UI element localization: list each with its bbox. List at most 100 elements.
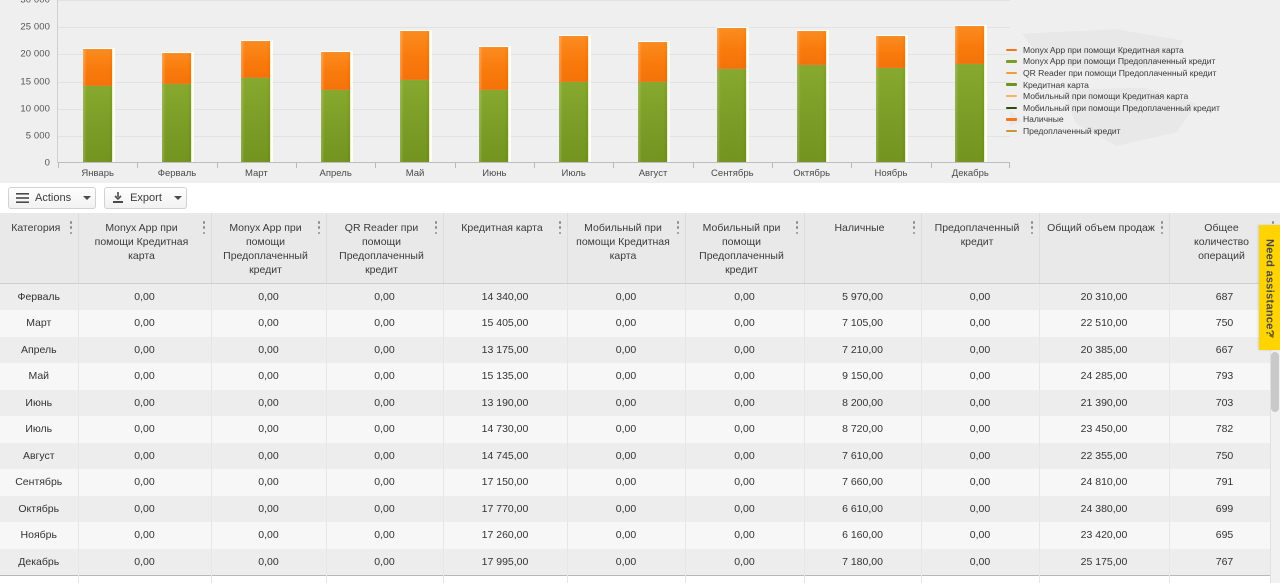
chart-bar[interactable]	[796, 29, 829, 162]
table-column-header[interactable]: Мобильный при помощи Предоплаченный кред…	[685, 213, 805, 284]
table-row[interactable]: Август 0,00 0,00 0,00 14 745,00 0,00 0,00 7 610…	[0, 442, 1280, 469]
vertical-scrollbar[interactable]	[1270, 350, 1280, 583]
table-row[interactable]: Ноябрь 0,00 0,00 0,00 17 260,00 0,00 0,00 6 160…	[0, 522, 1280, 549]
x-axis-tick-label: Январь	[81, 168, 114, 179]
chart-bar-segment-cash[interactable]	[479, 45, 510, 91]
column-menu-icon[interactable]	[558, 221, 562, 234]
table-column-header[interactable]: Предоплаченный кредит	[921, 213, 1040, 284]
legend-item[interactable]: QR Reader при помощи Предоплаченный кред…	[1006, 67, 1274, 79]
table-cell: 7 660,00	[804, 469, 922, 496]
table-row[interactable]: Июнь 0,00 0,00 0,00 13 190,00 0,00 0,00 8 200,0…	[0, 389, 1280, 416]
need-assistance-tab[interactable]: Need assistance? ◄	[1259, 225, 1280, 350]
table-cell: 0,00	[921, 442, 1040, 469]
scrollbar-thumb[interactable]	[1271, 352, 1279, 412]
column-menu-icon[interactable]	[202, 221, 206, 234]
table-row[interactable]: Май 0,00 0,00 0,00 15 135,00 0,00 0,00 9 150,00…	[0, 363, 1280, 390]
chart-bar[interactable]	[400, 30, 432, 163]
table-row[interactable]: Июль 0,00 0,00 0,00 14 730,00 0,00 0,00 8 720,0…	[0, 416, 1280, 443]
column-menu-icon[interactable]	[912, 221, 916, 234]
table-column-header[interactable]: QR Reader при помощи Предоплаченный кред…	[326, 213, 444, 284]
table-column-header[interactable]: Monyx App при помощи Предоплаченный кред…	[211, 213, 327, 284]
legend-item[interactable]: Кредитная карта	[1006, 79, 1274, 91]
chart-bar-segment-cash[interactable]	[162, 51, 192, 85]
chart-bar[interactable]	[638, 40, 670, 162]
chevron-down-icon[interactable]	[83, 196, 92, 200]
chart-bar-segment-cash[interactable]	[558, 34, 589, 82]
column-menu-icon[interactable]	[1160, 221, 1164, 234]
total-cell: 0,00	[326, 574, 444, 583]
legend-item[interactable]: Мобильный при помощи Кредитная карта	[1006, 90, 1274, 102]
table-row[interactable]: Апрель 0,00 0,00 0,00 13 175,00 0,00 0,00 7 210…	[0, 336, 1280, 363]
chart-bar-segment-cash[interactable]	[876, 34, 906, 69]
legend-item[interactable]: Наличные	[1006, 114, 1274, 126]
chart-bar[interactable]	[320, 51, 353, 162]
column-menu-icon[interactable]	[317, 221, 321, 234]
table-column-header[interactable]: Категория	[0, 213, 79, 284]
chart-bar-segment-credit-card[interactable]	[796, 65, 827, 162]
column-menu-icon[interactable]	[795, 221, 799, 234]
column-menu-icon[interactable]	[1030, 221, 1034, 234]
chart-bar-segment-credit-card[interactable]	[162, 84, 192, 162]
table-column-header[interactable]: Мобильный при помощи Кредитная карта	[567, 213, 686, 284]
report-table-container[interactable]: Категория Monyx App при помощи Кредитная …	[0, 213, 1280, 583]
chart-bar-segment-credit-card[interactable]	[558, 81, 589, 162]
column-menu-icon[interactable]	[676, 221, 680, 234]
table-cell: 0,00	[211, 548, 327, 575]
table-column-header[interactable]: Общий объем продаж	[1039, 213, 1170, 284]
chart-bar-segment-credit-card[interactable]	[479, 90, 510, 162]
legend-item[interactable]: Мобильный при помощи Предоплаченный кред…	[1006, 102, 1274, 114]
chart-bar-segment-credit-card[interactable]	[82, 86, 113, 162]
chart-bar-segment-cash[interactable]	[400, 30, 430, 80]
column-menu-icon[interactable]	[69, 221, 73, 234]
chart-bar[interactable]	[955, 25, 988, 163]
chart-bar-segment-cash[interactable]	[955, 25, 986, 65]
chart-bar-segment-cash[interactable]	[82, 47, 113, 87]
chart-bar-segment-credit-card[interactable]	[241, 78, 272, 162]
chevron-left-icon[interactable]: ◄	[1267, 331, 1275, 340]
chart-bar-segment-credit-card[interactable]	[717, 68, 748, 162]
table-cell: 0,00	[211, 336, 327, 363]
table-cell: 0,00	[567, 336, 686, 363]
chart-bar-segment-cash[interactable]	[320, 51, 351, 91]
table-row[interactable]: Октябрь 0,00 0,00 0,00 17 770,00 0,00 0,00 6 61…	[0, 495, 1280, 522]
legend-item[interactable]: Monyx App при помощи Кредитная карта	[1006, 44, 1274, 56]
table-cell: 13 175,00	[443, 336, 568, 363]
total-cell: 184 755,00	[443, 574, 568, 583]
table-cell: 15 135,00	[443, 363, 568, 390]
table-column-header[interactable]: Monyx App при помощи Кредитная карта	[78, 213, 212, 284]
actions-button[interactable]: Actions	[8, 187, 97, 209]
chart-bar[interactable]	[82, 47, 115, 163]
table-cell: 0,00	[326, 469, 444, 496]
table-cell: 0,00	[685, 283, 805, 310]
table-row[interactable]: Декабрь 0,00 0,00 0,00 17 995,00 0,00 0,00 7 18…	[0, 548, 1280, 575]
legend-item[interactable]: Monyx App при помощи Предоплаченный кред…	[1006, 56, 1274, 68]
table-row[interactable]: Ферваль 0,00 0,00 0,00 14 340,00 0,00 0,00 5 97…	[0, 283, 1280, 310]
chart-bar[interactable]	[479, 45, 512, 163]
chart-bar-segment-credit-card[interactable]	[876, 68, 906, 162]
chart-bar-segment-credit-card[interactable]	[400, 79, 430, 162]
chart-bar[interactable]	[558, 34, 591, 162]
chart-bar-segment-credit-card[interactable]	[320, 90, 351, 162]
chevron-down-icon[interactable]	[173, 196, 182, 200]
chart-bar[interactable]	[241, 39, 274, 163]
chart-bar-segment-cash[interactable]	[717, 27, 748, 69]
chart-bar-segment-credit-card[interactable]	[955, 64, 986, 162]
table-column-header[interactable]: Наличные	[804, 213, 922, 284]
chart-bar-segment-cash[interactable]	[796, 29, 827, 66]
export-button[interactable]: Export	[104, 187, 187, 209]
chart-bar[interactable]	[717, 27, 750, 163]
legend-item[interactable]: Предоплаченный кредит	[1006, 125, 1274, 137]
chart-bar-segment-credit-card[interactable]	[638, 81, 668, 162]
chart-bar-segment-cash[interactable]	[638, 40, 668, 82]
table-cell: 0,00	[326, 310, 444, 337]
table-column-header[interactable]: Кредитная карта	[443, 213, 568, 284]
table-row[interactable]: Сентябрь 0,00 0,00 0,00 17 150,00 0,00 0,00 7 6…	[0, 469, 1280, 496]
chart-bar-segment-cash[interactable]	[241, 39, 272, 79]
chart-bar[interactable]	[162, 51, 194, 163]
chart-bar[interactable]	[876, 34, 908, 162]
column-menu-icon[interactable]	[434, 221, 438, 234]
table-row[interactable]: Март 0,00 0,00 0,00 15 405,00 0,00 0,00 7 105,0…	[0, 310, 1280, 337]
chart-bar-highlight	[905, 34, 908, 162]
y-axis-tick-label: 25 000	[20, 21, 50, 33]
table-cell: 22 510,00	[1039, 310, 1170, 337]
